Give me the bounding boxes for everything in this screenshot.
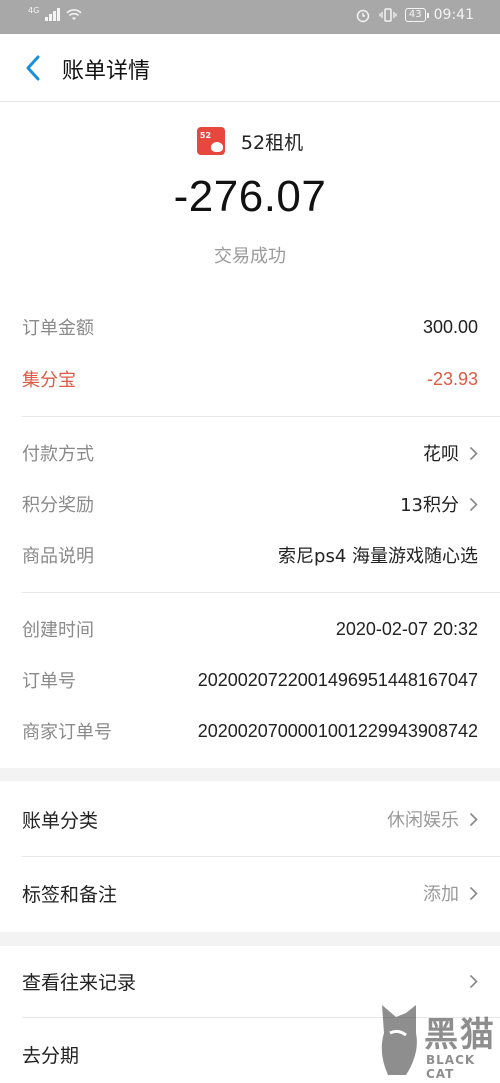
row-value-wrap: 花呗: [423, 440, 478, 466]
row-value: 2020020700001001229943908742: [197, 720, 478, 741]
watermark-text-en: BLACK CAT: [426, 1053, 476, 1081]
row-order-number: 订单号 2020020722001496951448167047: [22, 665, 478, 695]
row-value: 花呗: [423, 444, 459, 465]
row-created-time: 创建时间 2020-02-07 20:32: [22, 614, 478, 644]
row-points-reward[interactable]: 积分奖励 13积分: [22, 489, 478, 519]
row-label: 查看往来记录: [22, 971, 137, 994]
row-label: 付款方式: [22, 444, 94, 465]
back-button[interactable]: [18, 52, 48, 84]
row-bill-category[interactable]: 账单分类 休闲娱乐: [22, 802, 478, 836]
bill-detail-card: 52 52租机 -276.07 交易成功 订单金额 300.00 集分宝 -23…: [0, 102, 500, 768]
black-cat-logo-icon: [381, 1005, 417, 1075]
row-view-history[interactable]: 查看往来记录: [22, 964, 478, 998]
divider: [22, 416, 500, 417]
page-title: 账单详情: [62, 59, 151, 84]
transaction-status: 交易成功: [214, 246, 286, 267]
row-value: 2020-02-07 20:32: [335, 618, 478, 639]
wifi-icon: [66, 9, 82, 20]
row-product-description: 商品说明 索尼ps4 海量游戏随心选: [22, 540, 478, 570]
status-left: 4G: [28, 6, 82, 21]
nav-bar: 账单详情: [0, 34, 500, 102]
merchant-name: 52租机: [240, 131, 304, 154]
clock: 09:41: [433, 7, 474, 23]
row-value: 添加: [423, 884, 459, 905]
chevron-right-icon: [469, 446, 478, 460]
row-value: 休闲娱乐: [387, 810, 459, 831]
battery-icon: 43: [404, 8, 429, 22]
row-label: 订单号: [22, 671, 76, 692]
row-label: 商家订单号: [22, 722, 112, 743]
row-label: 标签和备注: [22, 883, 118, 906]
row-value: 索尼ps4 海量游戏随心选: [278, 546, 478, 567]
row-value-wrap: 添加: [423, 880, 478, 906]
chevron-right-icon: [469, 974, 478, 988]
row-merchant-order-number: 商家订单号 2020020700001001229943908742: [22, 716, 478, 746]
chevron-right-icon: [469, 886, 478, 900]
divider: [22, 592, 500, 593]
row-label: 账单分类: [22, 809, 99, 832]
status-right: 43 09:41: [355, 7, 474, 23]
row-value: 2020020722001496951448167047: [197, 669, 478, 690]
status-bar: 4G 43 09:41: [0, 0, 500, 34]
logo-cat-icon: [210, 142, 223, 152]
chevron-right-icon: [469, 497, 478, 511]
signal-icon: [45, 8, 61, 21]
merchant-header: 52 52租机: [0, 126, 500, 156]
row-label: 商品说明: [22, 546, 94, 567]
row-label: 集分宝: [22, 370, 76, 391]
row-jifenbao: 集分宝 -23.93: [22, 364, 478, 394]
row-value: -23.93: [426, 368, 478, 389]
divider: [22, 856, 500, 857]
row-order-amount: 订单金额 300.00: [22, 312, 478, 342]
transaction-amount: -276.07: [173, 172, 327, 221]
bill-settings-card: 账单分类 休闲娱乐 标签和备注 添加: [0, 781, 500, 932]
merchant-logo: 52: [196, 127, 225, 155]
row-value: 13积分: [400, 495, 459, 516]
row-tags-notes[interactable]: 标签和备注 添加: [22, 876, 478, 910]
row-value-wrap: 休闲娱乐: [387, 806, 478, 832]
alarm-icon: [356, 9, 370, 23]
watermark: 黑猫 BLACK CAT: [368, 1001, 496, 1081]
row-label: 积分奖励: [22, 495, 94, 516]
watermark-text-cn: 黑猫: [424, 1015, 496, 1055]
network-type: 4G: [28, 6, 40, 15]
chevron-left-icon: [26, 55, 40, 81]
row-label: 去分期: [22, 1044, 80, 1067]
row-label: 创建时间: [22, 620, 94, 641]
row-payment-method[interactable]: 付款方式 花呗: [22, 438, 478, 468]
vibrate-icon: [379, 8, 397, 22]
row-value: 300.00: [422, 316, 478, 337]
chevron-right-icon: [469, 812, 478, 826]
logo-text: 52: [199, 131, 212, 140]
row-value-wrap: 13积分: [400, 491, 478, 517]
row-label: 订单金额: [22, 318, 94, 339]
